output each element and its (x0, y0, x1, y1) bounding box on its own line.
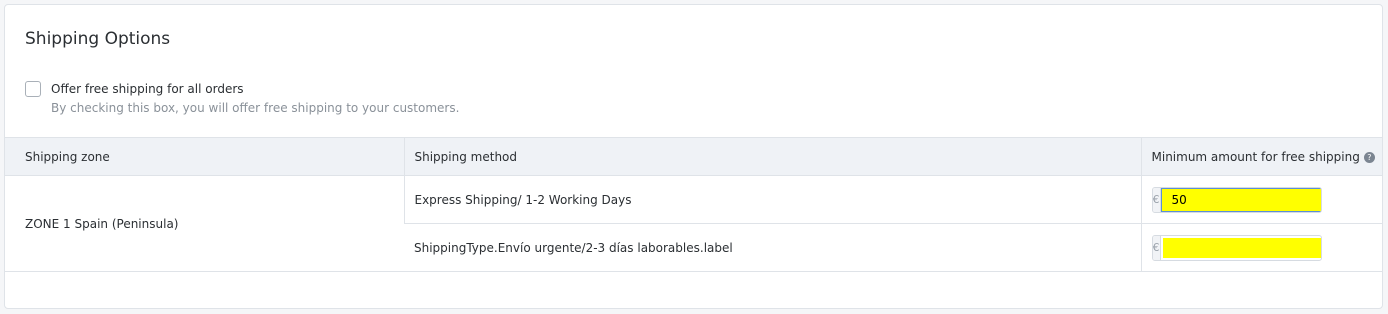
header-shipping-zone: Shipping zone (5, 137, 404, 176)
free-shipping-label[interactable]: Offer free shipping for all orders (51, 82, 244, 96)
amount-input-group: € (1151, 234, 1322, 261)
free-shipping-help-text: By checking this box, you will offer fre… (51, 101, 460, 115)
shipping-options-panel: Shipping Options Offer free shipping for… (4, 4, 1383, 309)
free-shipping-checkbox[interactable] (25, 81, 41, 97)
header-minimum-amount: Minimum amount for free shipping? (1140, 137, 1382, 176)
currency-addon: € (1152, 187, 1161, 212)
amount-input-group: € (1151, 186, 1322, 213)
shipping-method-cell: Express Shipping/ 1-2 Working Days (403, 175, 1141, 224)
section-title: Shipping Options (25, 29, 171, 49)
table-row: ZONE 1 Spain (Peninsula) Express Shippin… (5, 175, 1382, 272)
minimum-amount-input[interactable] (1160, 187, 1321, 212)
shipping-zone-cell: ZONE 1 Spain (Peninsula) (5, 175, 404, 272)
minimum-amount-cell: € (1140, 175, 1382, 224)
header-shipping-method: Shipping method (403, 137, 1141, 176)
shipping-table: Shipping zone Shipping method Minimum am… (5, 137, 1382, 272)
currency-addon: € (1152, 235, 1161, 260)
minimum-amount-cell: € (1140, 223, 1382, 272)
minimum-amount-input[interactable] (1162, 237, 1321, 258)
question-circle-icon[interactable]: ? (1363, 151, 1375, 163)
shipping-method-cell: ShippingType.Envío urgente/2-3 días labo… (404, 223, 1141, 272)
